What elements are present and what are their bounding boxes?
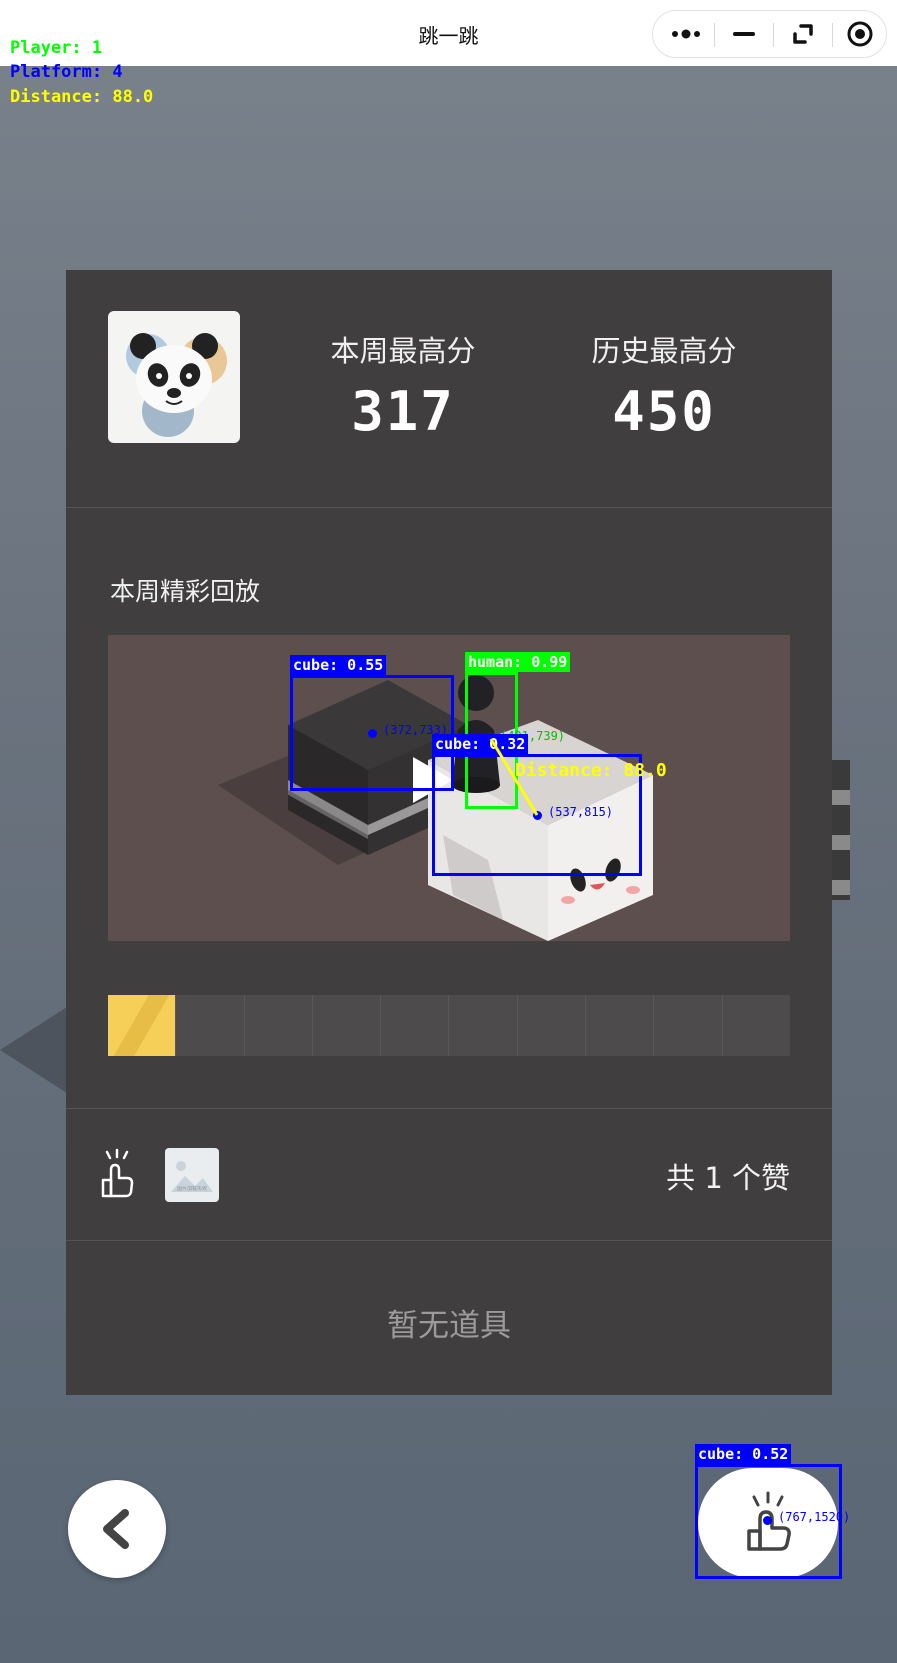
- distance-line-label: Distance: 88.0: [515, 760, 667, 781]
- detection-label: cube: 0.52: [695, 1444, 792, 1464]
- detection-coord: (767,1520): [778, 1510, 851, 1524]
- distance-line: [489, 738, 539, 816]
- detection-center: [763, 1516, 772, 1525]
